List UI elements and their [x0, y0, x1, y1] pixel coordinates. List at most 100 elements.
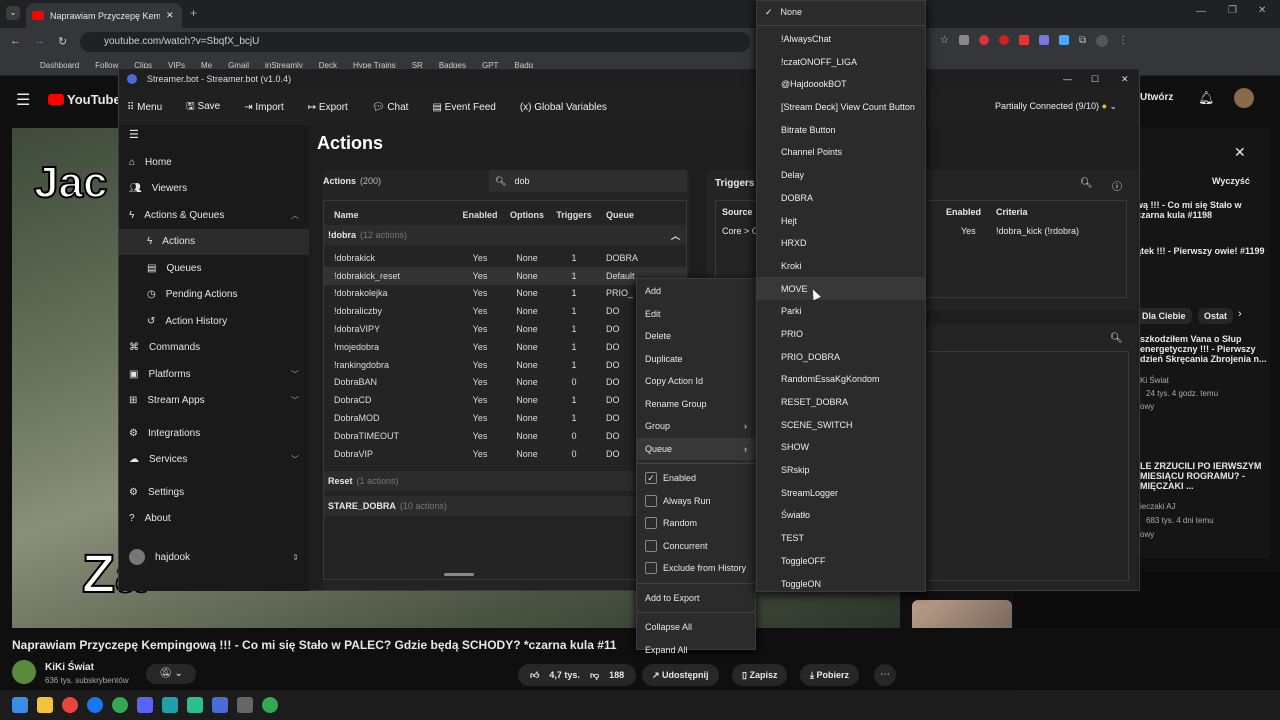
- info-icon[interactable]: ⓘ: [1112, 178, 1122, 193]
- table-row[interactable]: !mojedobra Yes None 1 DO: [324, 338, 686, 356]
- menu-check-enabled[interactable]: ✓ Enabled: [637, 467, 755, 490]
- queue-option[interactable]: Bitrate Button: [757, 118, 925, 141]
- column-header[interactable]: Queue: [600, 210, 680, 220]
- extension-icon-5[interactable]: [1038, 35, 1049, 45]
- queue-option[interactable]: Hejt: [757, 209, 925, 232]
- profile-icon[interactable]: [1096, 35, 1109, 47]
- queue-option[interactable]: HRXD: [757, 232, 925, 255]
- sidebar-item-stream-apps[interactable]: ⊞ Stream Apps ﹀: [119, 388, 309, 415]
- queue-option[interactable]: DOBRA: [757, 187, 925, 210]
- action-search-input[interactable]: 🔍︎ dob: [489, 170, 687, 192]
- more-actions-icon[interactable]: ⋯: [874, 664, 896, 686]
- table-row[interactable]: !dobrakick_reset Yes None 1 Default: [324, 266, 686, 285]
- save-video-button[interactable]: ▯ Zapisz: [732, 664, 788, 686]
- save-button[interactable]: 🖫︎ Save: [186, 99, 220, 116]
- menu-check-random[interactable]: Random: [637, 512, 755, 535]
- sidebar-item-home[interactable]: ⌂ Home: [119, 149, 309, 176]
- table-row[interactable]: DobraCD Yes None 1 DO: [324, 391, 686, 409]
- queue-option[interactable]: Delay: [757, 164, 925, 187]
- sidebar-item-pending-actions[interactable]: ◷ Pending Actions: [119, 282, 309, 309]
- group-header[interactable]: !dobra (12 actions) ︿: [324, 225, 686, 245]
- user-profile[interactable]: hajdook ⇕: [119, 544, 309, 571]
- sidebar-item-actions-queues[interactable]: ϟ Actions & Queues ︿: [119, 202, 309, 229]
- horizontal-scrollbar[interactable]: [444, 573, 474, 576]
- sidebar-item-settings[interactable]: ⚙ Settings: [119, 479, 309, 506]
- channel-name[interactable]: KiKi Świat: [45, 662, 94, 673]
- window-close-icon[interactable]: ✕: [1258, 5, 1266, 16]
- chevron-up-icon[interactable]: ︿: [671, 229, 680, 242]
- queue-option[interactable]: PRIO: [757, 323, 925, 346]
- notification-bell-icon[interactable]: 🔔︎: [1198, 90, 1215, 106]
- notifications-toggle[interactable]: 🔕︎ ⌄: [146, 664, 196, 684]
- sidebar-item-viewers[interactable]: 👥︎ Viewers: [119, 176, 309, 203]
- reload-icon[interactable]: ↻: [58, 35, 67, 48]
- menu-check-concurrent[interactable]: Concurrent: [637, 535, 755, 558]
- puzzle-icon[interactable]: ⧉: [1079, 35, 1086, 49]
- sidebar-item-integrations[interactable]: ⚙ Integrations: [119, 420, 309, 447]
- share-button[interactable]: ↗ Udostępnij: [642, 664, 719, 686]
- global-variables-button[interactable]: (x) Global Variables: [520, 102, 607, 113]
- menu-item-collapse-all[interactable]: Collapse All: [637, 616, 755, 639]
- create-button[interactable]: Utwórz: [1140, 92, 1173, 103]
- app-icon[interactable]: [187, 697, 203, 713]
- queue-option[interactable]: !czatONOFF_LIGA: [757, 50, 925, 73]
- queue-option[interactable]: Parki: [757, 300, 925, 323]
- queue-option[interactable]: Światło: [757, 504, 925, 527]
- extension-icon-6[interactable]: [1058, 35, 1069, 45]
- sidebar-item-commands[interactable]: ⌘ Commands: [119, 335, 309, 362]
- table-row[interactable]: DobraVIP Yes None 0 DO: [324, 445, 686, 463]
- chip-recent[interactable]: Ostat: [1198, 308, 1234, 324]
- sidebar-item-services[interactable]: ☁ Services ﹀: [119, 447, 309, 474]
- chrome-icon[interactable]: [262, 697, 278, 713]
- rail-item-title[interactable]: wą !!! - Co mi się Stało w czarna kula #…: [1136, 200, 1266, 220]
- channel-avatar[interactable]: [12, 660, 36, 684]
- queue-option[interactable]: StreamLogger: [757, 481, 925, 504]
- queue-option[interactable]: PRIO_DOBRA: [757, 345, 925, 368]
- queue-option[interactable]: SHOW: [757, 436, 925, 459]
- queue-option[interactable]: MOVE: [757, 277, 925, 300]
- menu-item-copy-action-id[interactable]: Copy Action Id: [637, 370, 755, 393]
- export-button[interactable]: ↦ Export: [308, 102, 348, 113]
- rail-clear-button[interactable]: Wyczyść: [1212, 176, 1250, 186]
- extension-icon-4[interactable]: [1018, 35, 1029, 45]
- youtube-logo[interactable]: YouTube: [48, 92, 121, 107]
- menu-item-expand-all[interactable]: Expand All: [637, 639, 755, 662]
- group-header[interactable]: Reset (1 actions): [324, 470, 686, 491]
- menu-item-queue[interactable]: Queue ›: [637, 437, 755, 460]
- chrome-profile-icon[interactable]: [112, 697, 128, 713]
- tab-search-icon[interactable]: ⌄: [6, 6, 20, 20]
- table-row[interactable]: !dobrakick Yes None 1 DOBRA: [324, 249, 686, 267]
- discord-icon[interactable]: [137, 697, 153, 713]
- forward-icon[interactable]: →: [34, 35, 45, 47]
- sidebar-item-actions[interactable]: ϟ Actions: [119, 228, 309, 255]
- window-minimize-icon[interactable]: —: [1196, 6, 1206, 17]
- chip-next-icon[interactable]: ›: [1238, 308, 1242, 320]
- sidebar-item-action-history[interactable]: ↺ Action History: [119, 308, 309, 335]
- url-field[interactable]: youtube.com/watch?v=SbqfX_bcjU: [80, 32, 750, 52]
- more-icon[interactable]: ⋮: [1118, 35, 1128, 49]
- table-row[interactable]: !dobraVIPY Yes None 1 DO: [324, 320, 686, 338]
- sub-actions-search-icon[interactable]: 🔍︎: [1110, 333, 1123, 344]
- column-header[interactable]: Enabled: [946, 207, 981, 217]
- sidebar-item-about[interactable]: ? About: [119, 506, 309, 533]
- connection-status[interactable]: Partially Connected (9/10) ● ⌄: [995, 101, 1117, 112]
- rail-item-title[interactable]: ątek !!! - Pierwszy owie! #1199: [1136, 246, 1266, 256]
- menu-item-add[interactable]: Add: [637, 280, 755, 303]
- menu-item-delete[interactable]: Delete: [637, 325, 755, 348]
- menu-item-edit[interactable]: Edit: [637, 303, 755, 326]
- group-header[interactable]: STARE_DOBRA (10 actions): [324, 495, 686, 516]
- star-icon[interactable]: ☆: [940, 35, 949, 49]
- queue-option[interactable]: ToggleON: [757, 572, 925, 595]
- queue-option[interactable]: Kroki: [757, 255, 925, 278]
- sidebar-toggle-icon[interactable]: ☰: [119, 125, 309, 149]
- column-header[interactable]: Options: [506, 210, 548, 220]
- queue-option[interactable]: [Stream Deck] View Count Button: [757, 96, 925, 119]
- dislike-icon[interactable]: 👎︎: [590, 670, 599, 681]
- table-row[interactable]: DobraMOD Yes None 1 DO: [324, 409, 686, 427]
- menu-item-rename-group[interactable]: Rename Group: [637, 393, 755, 416]
- minimize-icon[interactable]: —: [1063, 69, 1072, 89]
- table-row[interactable]: DobraBAN Yes None 0 DO: [324, 374, 686, 392]
- queue-option[interactable]: RESET_DOBRA: [757, 391, 925, 414]
- menu-item-duplicate[interactable]: Duplicate: [637, 348, 755, 371]
- window-maximize-icon[interactable]: ❐: [1228, 5, 1237, 16]
